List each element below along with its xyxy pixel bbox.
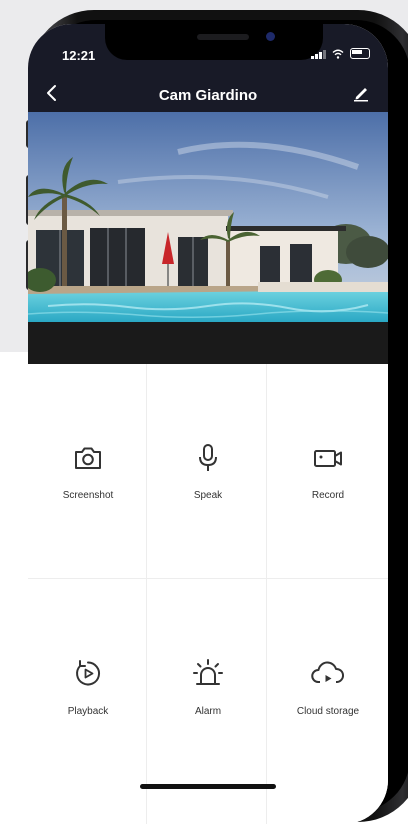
screenshot-label: Screenshot bbox=[62, 489, 114, 501]
front-camera bbox=[266, 32, 275, 41]
speak-label: Speak bbox=[193, 489, 223, 501]
microphone-icon bbox=[199, 443, 217, 471]
status-icons bbox=[311, 48, 370, 59]
wifi-icon bbox=[332, 49, 344, 59]
playback-label: Playback bbox=[67, 705, 109, 717]
record-label: Record bbox=[311, 489, 345, 501]
home-indicator[interactable] bbox=[140, 784, 276, 789]
alarm-button[interactable]: Alarm bbox=[148, 580, 268, 792]
signal-icon bbox=[311, 50, 326, 59]
grid-divider bbox=[28, 578, 388, 579]
screenshot-button[interactable]: Screenshot bbox=[28, 364, 148, 576]
pencil-icon[interactable] bbox=[352, 84, 370, 102]
playback-icon bbox=[76, 659, 101, 685]
battery-icon bbox=[350, 48, 370, 59]
status-time: 12:21 bbox=[62, 48, 96, 63]
camera-live-feed[interactable] bbox=[28, 112, 388, 322]
speak-button[interactable]: Speak bbox=[148, 364, 268, 576]
siren-icon bbox=[193, 658, 223, 685]
cloud-storage-button[interactable]: Cloud storage bbox=[268, 580, 388, 792]
camera-icon bbox=[75, 447, 101, 469]
page-title: Cam Giardino bbox=[158, 87, 258, 104]
earpiece-speaker bbox=[197, 34, 249, 40]
cloud-play-icon bbox=[311, 661, 344, 683]
action-grid: Screenshot Speak Record Playback Alarm C… bbox=[28, 364, 388, 824]
playback-button[interactable]: Playback bbox=[28, 580, 148, 792]
app-header: 12:21 Cam Giardino bbox=[28, 24, 388, 112]
alarm-label: Alarm bbox=[194, 705, 222, 717]
record-button[interactable]: Record bbox=[268, 364, 388, 576]
cloud-storage-label: Cloud storage bbox=[296, 705, 360, 717]
feed-control-bar bbox=[28, 322, 388, 364]
video-camera-icon bbox=[314, 449, 342, 467]
phone-screen: 12:21 Cam Giardino Screenshot Speak Reco… bbox=[28, 24, 388, 824]
notch bbox=[105, 24, 323, 60]
